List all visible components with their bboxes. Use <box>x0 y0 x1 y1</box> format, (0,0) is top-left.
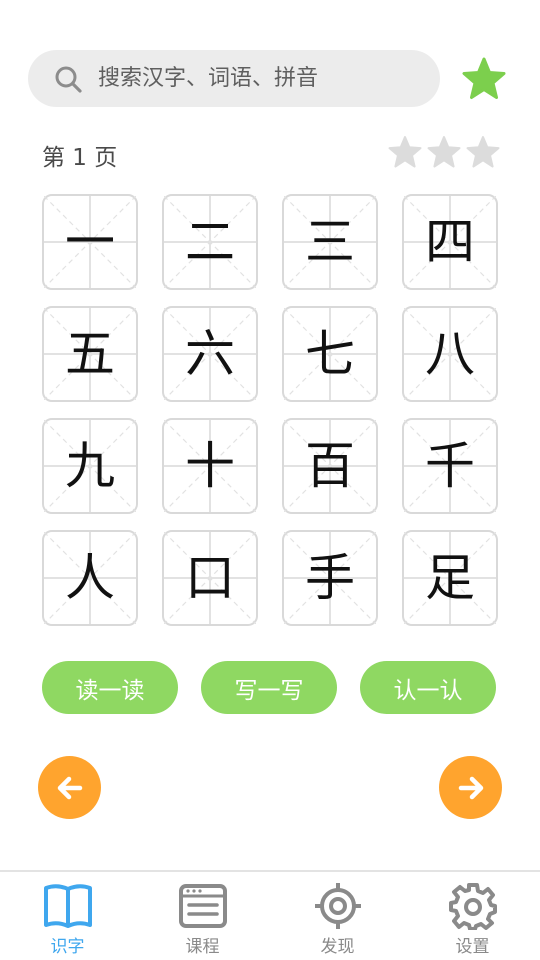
character-glyph: 五 <box>65 325 115 383</box>
search-icon <box>55 66 82 93</box>
character-card[interactable]: 千 <box>402 418 498 514</box>
character-glyph: 七 <box>305 325 355 383</box>
rating-star-icon <box>427 136 461 168</box>
rating-star-icon <box>466 136 500 168</box>
arrow-right-icon <box>458 776 483 799</box>
character-card[interactable]: 八 <box>402 306 498 402</box>
character-glyph: 手 <box>305 549 355 607</box>
favorite-star-icon[interactable] <box>462 57 506 101</box>
recognize-button[interactable]: 认一认 <box>360 661 496 714</box>
character-glyph: 六 <box>185 325 235 383</box>
character-card[interactable]: 手 <box>282 530 378 626</box>
character-glyph: 人 <box>65 549 115 607</box>
search-bar[interactable] <box>28 50 440 107</box>
tab-label: 识字 <box>50 937 85 957</box>
character-card[interactable]: 人 <box>42 530 138 626</box>
previous-page-button[interactable] <box>38 756 101 819</box>
character-glyph: 三 <box>305 213 355 271</box>
character-glyph: 九 <box>65 437 115 495</box>
page-number-label: 第 1 页 <box>42 145 118 171</box>
search-input[interactable] <box>98 50 428 107</box>
character-card[interactable]: 十 <box>162 418 258 514</box>
rating-star-icon <box>388 136 422 168</box>
next-page-button[interactable] <box>439 756 502 819</box>
tab-label: 设置 <box>455 937 490 957</box>
character-card[interactable]: 二 <box>162 194 258 290</box>
tab-settings[interactable]: 设置 <box>405 872 540 960</box>
character-grid: 一 二 三 四五 六 七 八九 十 百 千人 口 手 足 <box>42 194 498 626</box>
tab-label: 课程 <box>185 937 220 957</box>
open-book-icon <box>43 884 92 928</box>
character-card[interactable]: 四 <box>402 194 498 290</box>
character-glyph: 四 <box>425 213 475 271</box>
character-glyph: 一 <box>65 213 115 271</box>
write-button[interactable]: 写一写 <box>201 661 337 714</box>
star-rating <box>388 135 500 171</box>
character-glyph: 八 <box>425 325 475 383</box>
character-glyph: 百 <box>305 437 355 495</box>
tab-literacy[interactable]: 识字 <box>0 872 135 960</box>
character-glyph: 千 <box>425 437 475 495</box>
character-card[interactable]: 三 <box>282 194 378 290</box>
character-card[interactable]: 九 <box>42 418 138 514</box>
character-card[interactable]: 口 <box>162 530 258 626</box>
character-card[interactable]: 百 <box>282 418 378 514</box>
character-card[interactable]: 一 <box>42 194 138 290</box>
course-card-icon <box>178 884 227 928</box>
tab-courses[interactable]: 课程 <box>135 872 270 960</box>
tab-discover[interactable]: 发现 <box>270 872 405 960</box>
character-card[interactable]: 六 <box>162 306 258 402</box>
character-card[interactable]: 五 <box>42 306 138 402</box>
character-glyph: 二 <box>185 213 235 271</box>
character-card[interactable]: 足 <box>402 530 498 626</box>
target-icon <box>314 883 361 929</box>
tab-label: 发现 <box>320 937 355 957</box>
character-glyph: 足 <box>425 549 475 607</box>
read-button[interactable]: 读一读 <box>42 661 178 714</box>
character-glyph: 口 <box>185 549 235 607</box>
arrow-left-icon <box>57 776 82 799</box>
gear-icon <box>448 883 497 930</box>
character-glyph: 十 <box>185 437 235 495</box>
character-card[interactable]: 七 <box>282 306 378 402</box>
bottom-tab-bar: 识字 课程 发现 设置 <box>0 870 540 960</box>
